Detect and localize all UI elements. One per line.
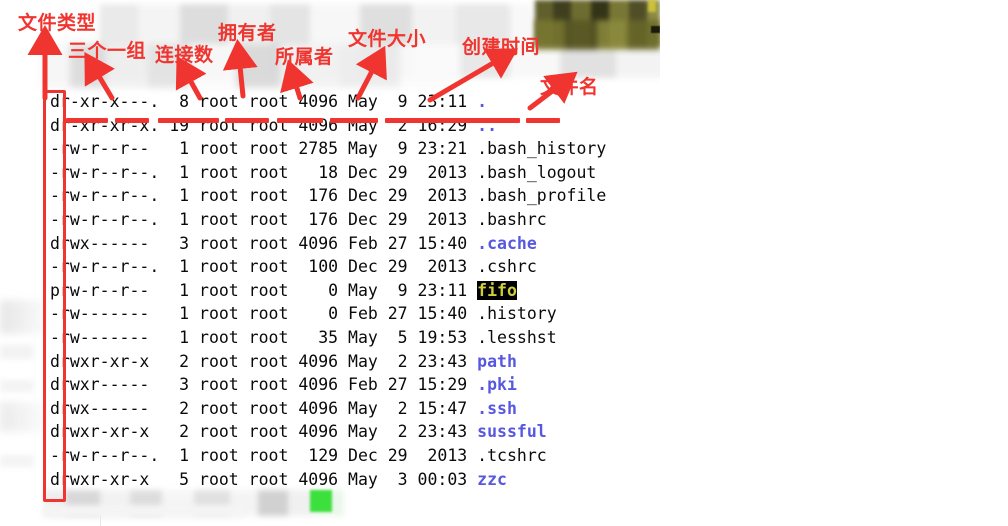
listing-row-metadata: drwx------ 3 root root 4096 Feb 27 15:40	[50, 233, 478, 253]
screenshot-stage: dr-xr-x---. 8 root root 4096 May 9 23:11…	[0, 0, 1008, 526]
listing-row-metadata: -rw-r--r--. 1 root root 18 Dec 29 2013	[50, 162, 478, 182]
listing-row: drwxr-xr-x 2 root root 4096 May 2 23:43 …	[50, 420, 606, 444]
annotation-label-file-name: 文件名	[540, 76, 599, 98]
listing-row-metadata: -rw-r--r--. 1 root root 129 Dec 29 2013	[50, 445, 478, 465]
listing-row-filename: .bash_profile	[477, 186, 607, 206]
listing-row: drwxr----- 3 root root 4096 Feb 27 15:29…	[50, 373, 606, 397]
listing-row: -rw-r--r--. 1 root root 176 Dec 29 2013 …	[50, 184, 606, 208]
blurred-left-edge-2	[0, 402, 46, 432]
listing-row-filename: .tcshrc	[477, 445, 547, 465]
listing-row: drwxr-xr-x 2 root root 4096 May 2 23:43 …	[50, 350, 606, 374]
annotation-hl-owner	[225, 118, 269, 123]
listing-row: -rw-r--r-- 1 root root 2785 May 9 23:21 …	[50, 137, 606, 161]
censored-yellow-mark	[648, 0, 656, 12]
listing-row-filename: path	[477, 351, 517, 371]
listing-row-metadata: -rw------- 1 root root 0 Feb 27 15:40	[50, 304, 478, 324]
annotation-label-owner: 拥有者	[218, 22, 277, 44]
listing-row: -rw------- 1 root root 35 May 5 19:53 .l…	[50, 326, 606, 350]
listing-row: drwx------ 2 root root 4096 May 2 15:47 …	[50, 397, 606, 421]
annotation-hl-perm-group	[115, 118, 149, 123]
censored-region-olive-lower	[535, 20, 660, 50]
annotation-hl-size	[330, 118, 378, 123]
listing-row-metadata: prw-r--r-- 1 root root 0 May 9 23:11	[50, 280, 478, 300]
listing-row: -rw-r--r--. 1 root root 129 Dec 29 2013 …	[50, 444, 606, 468]
blank-right-area	[660, 0, 1008, 100]
blurred-left-edge-4	[0, 380, 34, 392]
listing-row-metadata: drwxr-xr-x 2 root root 4096 May 2 23:43	[50, 351, 478, 371]
listing-row-metadata: drwxr-xr-x 2 root root 4096 May 2 23:43	[50, 422, 478, 442]
file-listing: dr-xr-x---. 8 root root 4096 May 9 23:11…	[50, 90, 606, 491]
file-type-column-box	[43, 90, 66, 502]
annotation-hl-links	[197, 118, 219, 123]
annotation-label-link-count: 连接数	[155, 44, 214, 66]
listing-row-filename: .bash_history	[477, 139, 607, 159]
annotation-label-create-time: 创建时间	[462, 36, 541, 58]
listing-row-metadata: -rw-r--r--. 1 root root 100 Dec 29 2013	[50, 257, 478, 277]
listing-row-filename: .bash_logout	[477, 162, 597, 182]
listing-row-metadata: -rw------- 1 root root 35 May 5 19:53	[50, 327, 478, 347]
listing-row-filename: .	[477, 92, 488, 111]
listing-row-filename: .cshrc	[477, 257, 537, 277]
annotation-hl-datetime	[385, 118, 520, 123]
annotation-hl-name	[526, 118, 560, 123]
listing-row: drwx------ 3 root root 4096 Feb 27 15:40…	[50, 232, 606, 256]
listing-row: dr-xr-x---. 8 root root 4096 May 9 23:11…	[50, 90, 606, 114]
listing-row-metadata: -rw-r--r--. 1 root root 176 Dec 29 2013	[50, 209, 478, 229]
listing-row-filename: zzc	[477, 469, 507, 489]
listing-row-filename: .cache	[477, 233, 537, 253]
listing-row-filename: sussful	[477, 422, 547, 442]
listing-row-metadata: -rw-r--r-- 1 root root 2785 May 9 23:21	[50, 139, 478, 159]
listing-row: drwxr-xr-x 5 root root 4096 May 3 00:03 …	[50, 468, 606, 492]
listing-row-filename: .history	[477, 304, 557, 324]
listing-row-filename: .ssh	[477, 398, 517, 418]
listing-row: -rw------- 1 root root 0 Feb 27 15:40 .h…	[50, 302, 606, 326]
listing-row-filename: .bashrc	[477, 209, 547, 229]
listing-row-metadata: dr-xr-x---. 8 root root 4096 May 9 23:11	[50, 92, 478, 111]
annotation-label-permission-trio: 三个一组	[68, 40, 147, 62]
blurred-left-edge-5	[0, 455, 34, 467]
annotation-hl-perm-user	[66, 118, 108, 123]
annotation-hl-perm-other	[158, 118, 200, 123]
listing-row: -rw-r--r--. 1 root root 100 Dec 29 2013 …	[50, 255, 606, 279]
annotation-label-file-type: 文件类型	[18, 12, 97, 34]
listing-row: -rw-r--r--. 1 root root 18 Dec 29 2013 .…	[50, 161, 606, 185]
annotation-label-file-size: 文件大小	[348, 28, 427, 50]
annotation-hl-group	[277, 118, 323, 123]
prompt-cursor-block	[310, 490, 332, 512]
listing-row-metadata: drwxr----- 3 root root 4096 Feb 27 15:29	[50, 375, 478, 395]
blurred-shell-prompt-shadow	[44, 505, 244, 517]
blurred-left-edge-3	[0, 345, 34, 359]
listing-row-metadata: drwx------ 2 root root 4096 May 2 15:47	[50, 398, 478, 418]
annotation-label-group: 所属者	[275, 46, 334, 68]
censored-region-dot	[651, 26, 660, 33]
blurred-left-edge-1	[0, 300, 46, 334]
listing-row: prw-r--r-- 1 root root 0 May 9 23:11 fif…	[50, 279, 606, 303]
listing-row: -rw-r--r--. 1 root root 176 Dec 29 2013 …	[50, 208, 606, 232]
bottom-divider	[100, 516, 101, 526]
listing-row-metadata: drwxr-xr-x 5 root root 4096 May 3 00:03	[50, 469, 478, 489]
listing-row-filename: .pki	[477, 375, 517, 395]
listing-row-metadata: -rw-r--r--. 1 root root 176 Dec 29 2013	[50, 186, 478, 206]
listing-row-filename: fifo	[477, 280, 517, 300]
listing-row-filename: .lesshst	[477, 327, 557, 347]
